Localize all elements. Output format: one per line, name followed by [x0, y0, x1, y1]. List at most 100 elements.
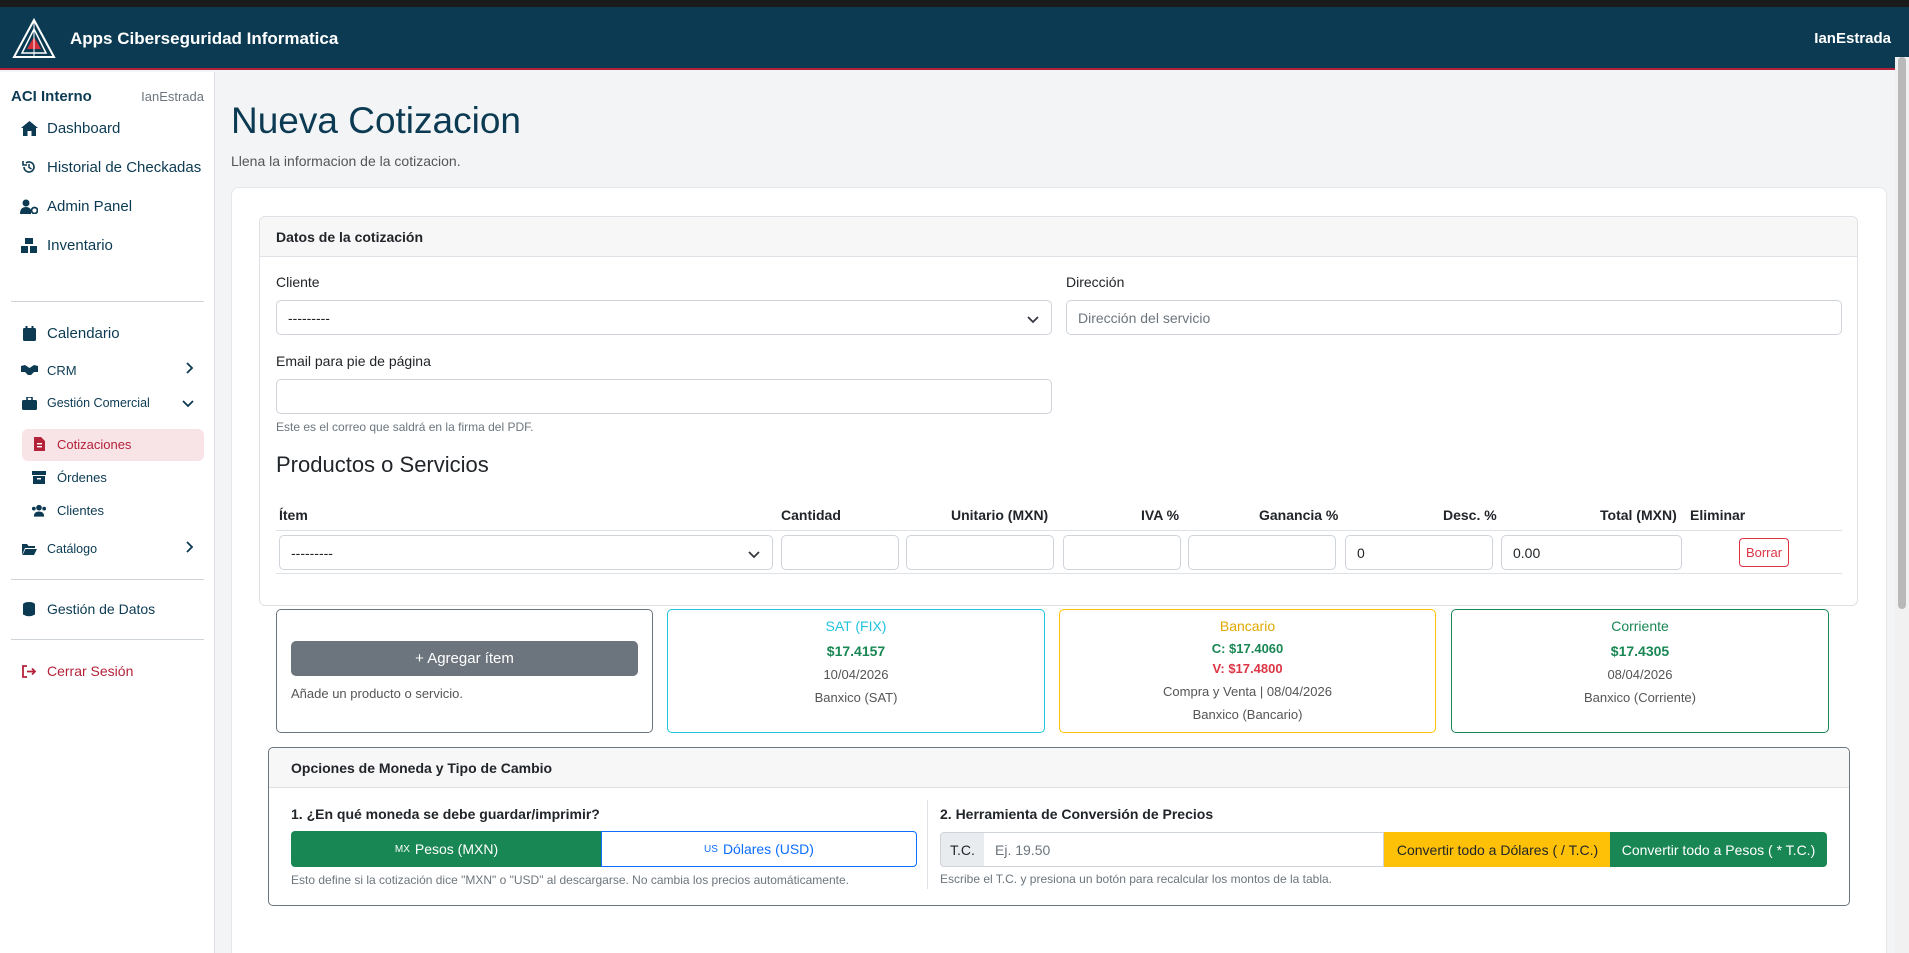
cliente-select[interactable]: --------- [276, 300, 1052, 335]
sidebar-item-inventario[interactable]: Inventario [20, 236, 113, 254]
sidebar-item-cerrar-sesion[interactable]: Cerrar Sesión [20, 662, 133, 680]
sidebar-item-calendario[interactable]: Calendario [20, 324, 120, 342]
sidebar-header: ACI Interno IanEstrada [11, 88, 204, 105]
chevron-right-icon[interactable] [186, 362, 194, 377]
sidebar-item-gestion-comercial[interactable]: Gestión Comercial [20, 394, 150, 412]
sidebar-subitem-label: Órdenes [57, 469, 107, 485]
tc-placeholder: Ej. 19.50 [995, 841, 1051, 858]
sat-rate-box: SAT (FIX) $17.4157 10/04/2026 Banxico (S… [667, 609, 1045, 733]
sidebar-item-label: Calendario [47, 324, 120, 342]
sidebar-item-label: Dashboard [47, 119, 121, 137]
sidebar-title: ACI Interno [11, 88, 92, 105]
conversion-title: 2. Herramienta de Conversión de Precios [940, 806, 1214, 822]
navbar-username[interactable]: IanEstrada [1814, 30, 1891, 47]
col-header-eliminar: Eliminar [1690, 507, 1746, 523]
add-item-help: Añade un producto o servicio. [291, 686, 463, 701]
sidebar-item-crm[interactable]: CRM [20, 361, 77, 379]
database-icon [20, 600, 38, 618]
folder-icon [20, 540, 38, 558]
sidebar-item-admin-panel[interactable]: Admin Panel [20, 197, 132, 215]
direccion-input[interactable]: Dirección del servicio [1066, 300, 1842, 335]
moneda-card-header: Opciones de Moneda y Tipo de Cambio [269, 748, 1849, 788]
sidebar-item-catalogo[interactable]: Catálogo [20, 540, 97, 558]
brand-logo-icon[interactable] [12, 17, 56, 61]
sidebar-divider [11, 301, 204, 302]
corriente-rate-box: Corriente $17.4305 08/04/2026 Banxico (C… [1451, 609, 1829, 733]
sidebar-subitem-label: Clientes [57, 502, 104, 518]
page-title: Nueva Cotizacion [231, 100, 521, 141]
currency-mxn-button[interactable]: MX Pesos (MXN) [291, 831, 602, 867]
tc-input[interactable]: Ej. 19.50 [984, 832, 1384, 867]
bancario-rate-box: Bancario C: $17.4060 V: $17.4800 Compra … [1059, 609, 1436, 733]
descuento-value: 0 [1357, 544, 1365, 561]
moneda-help-text: Esto define si la cotización dice "MXN" … [291, 873, 849, 887]
us-flag-icon: US [704, 843, 718, 855]
bancario-rate-title: Bancario [1219, 618, 1276, 634]
ganancia-input[interactable] [1188, 535, 1336, 570]
sidebar-item-gestion-datos[interactable]: Gestión de Datos [20, 600, 155, 618]
sat-rate-value: $17.4157 [826, 643, 886, 659]
sat-rate-date: 10/04/2026 [823, 667, 889, 682]
sidebar-subitem-label: Cotizaciones [57, 436, 132, 452]
descuento-input[interactable]: 0 [1345, 535, 1493, 570]
window-top-strip [0, 0, 1909, 7]
sidebar-subitem-clientes[interactable]: Clientes [31, 502, 104, 518]
item-select[interactable]: --------- [279, 535, 773, 570]
item-select-value: --------- [291, 544, 333, 561]
email-help-text: Este es el correo que saldrá en la firma… [276, 420, 534, 434]
chevron-right-icon[interactable] [186, 541, 194, 556]
sidebar-item-label: Admin Panel [47, 197, 133, 215]
convert-to-usd-button[interactable]: Convertir todo a Dólares ( / T.C.) [1384, 832, 1611, 867]
corriente-rate-value: $17.4305 [1610, 643, 1670, 659]
add-item-button[interactable]: + Agregar ítem [291, 641, 638, 676]
user-gear-icon [20, 197, 38, 215]
direccion-placeholder: Dirección del servicio [1078, 309, 1211, 326]
col-header-cantidad: Cantidad [781, 507, 841, 523]
convert-to-mxn-button[interactable]: Convertir todo a Pesos ( * T.C.) [1610, 832, 1827, 867]
brand-name[interactable]: Apps Ciberseguridad Informatica [70, 29, 338, 49]
logout-icon [20, 662, 38, 680]
currency-mxn-label: Pesos (MXN) [414, 841, 499, 857]
sidebar-item-label: CRM [47, 362, 77, 378]
archive-icon [31, 469, 47, 485]
email-footer-input[interactable] [276, 379, 1052, 414]
col-header-ganancia: Ganancia % [1259, 507, 1339, 523]
sidebar-item-label: Historial de Checkadas [47, 158, 202, 176]
col-header-unitario: Unitario (MXN) [951, 507, 1049, 523]
corriente-rate-title: Corriente [1611, 618, 1669, 634]
sidebar-subitem-ordenes[interactable]: Órdenes [31, 469, 107, 485]
iva-input[interactable] [1063, 535, 1181, 570]
mx-flag-icon: MX [394, 843, 410, 855]
sidebar-item-historial[interactable]: Historial de Checkadas [20, 158, 201, 176]
total-value: 0.00 [1513, 544, 1541, 561]
sidebar-item-label: Gestión Comercial [47, 396, 150, 410]
bancario-rate-source: Banxico (Bancario) [1192, 707, 1303, 722]
corriente-rate-source: Banxico (Corriente) [1584, 690, 1696, 705]
sat-rate-title: SAT (FIX) [825, 618, 887, 634]
briefcase-icon [20, 394, 38, 412]
table-header-divider [276, 530, 1842, 531]
sidebar-item-dashboard[interactable]: Dashboard [20, 119, 120, 137]
delete-row-button[interactable]: Borrar [1739, 538, 1789, 567]
moneda-divider [927, 800, 928, 889]
handshake-icon [20, 361, 38, 379]
col-header-iva: IVA % [1141, 507, 1180, 523]
top-navbar: Apps Ciberseguridad Informatica IanEstra… [0, 7, 1909, 70]
conversion-help-text: Escribe el T.C. y presiona un botón para… [940, 872, 1332, 886]
chevron-down-icon [748, 546, 760, 562]
sidebar-item-label: Cerrar Sesión [47, 663, 134, 679]
direccion-label: Dirección [1066, 274, 1125, 290]
unitario-input[interactable] [906, 535, 1054, 570]
total-input[interactable]: 0.00 [1501, 535, 1682, 570]
calendar-icon [20, 324, 38, 342]
page-subtitle: Llena la informacion de la cotizacion. [231, 153, 461, 169]
col-header-item: Ítem [279, 507, 308, 523]
cantidad-input[interactable] [781, 535, 899, 570]
currency-usd-button[interactable]: US Dólares (USD) [601, 831, 917, 867]
bancario-compra-value: C: $17.4060 [1211, 641, 1284, 656]
bancario-venta-value: V: $17.4800 [1212, 661, 1283, 676]
add-item-box: + Agregar ítem Añade un producto o servi… [276, 609, 653, 733]
sidebar-subitem-cotizaciones[interactable]: Cotizaciones [31, 436, 131, 452]
scrollbar-thumb[interactable] [1898, 57, 1906, 609]
chevron-down-icon[interactable] [182, 396, 194, 411]
